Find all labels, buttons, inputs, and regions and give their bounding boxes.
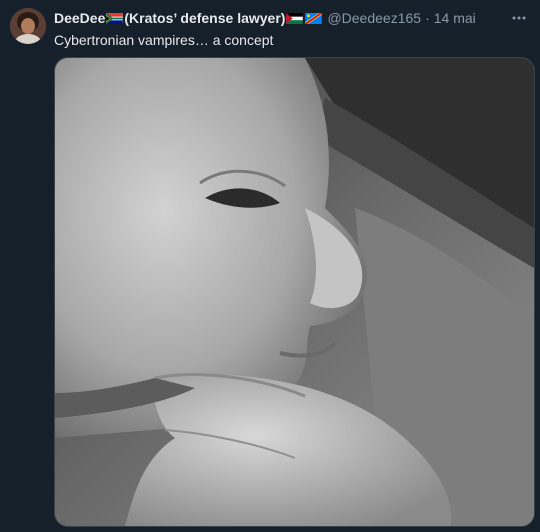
avatar-image — [10, 8, 46, 44]
ellipsis-icon[interactable] — [508, 8, 530, 28]
display-name-main[interactable]: (Kratos’ defense lawyer) — [124, 9, 285, 27]
palestine-flag-icon — [286, 12, 304, 24]
user-handle[interactable]: @Deedeez165 — [327, 9, 421, 27]
tweet-media[interactable] — [54, 57, 535, 527]
south-africa-flag-icon — [106, 12, 124, 24]
display-name-prefix[interactable]: DeeDee — [54, 9, 105, 27]
tweet-date[interactable]: 14 mai — [434, 9, 476, 27]
baby-photo — [55, 58, 534, 526]
avatar[interactable] — [10, 8, 46, 44]
tweet-header: DeeDee (Kratos’ defense lawyer) @Deedeez… — [54, 9, 504, 27]
display-name[interactable]: DeeDee (Kratos’ defense lawyer) — [54, 9, 323, 27]
congo-flag-icon — [305, 12, 323, 24]
tweet[interactable]: DeeDee (Kratos’ defense lawyer) @Deedeez… — [0, 0, 540, 532]
tweet-text: Cybertronian vampires… a concept — [54, 32, 274, 48]
separator-dot: · — [425, 10, 430, 26]
